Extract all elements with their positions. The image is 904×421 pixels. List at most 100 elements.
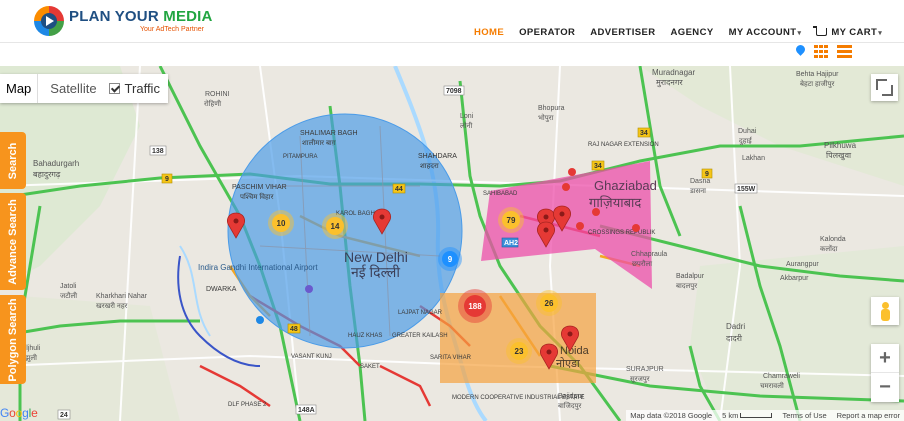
road-shield: 7098: [446, 88, 462, 95]
cluster-badge: 26: [545, 299, 554, 308]
nav-my-cart-label: MY CART: [831, 27, 878, 38]
map-label: SAKET: [360, 364, 380, 370]
map-type-satellite[interactable]: Satellite: [38, 74, 108, 103]
map-label: बाजिदपुर: [558, 401, 582, 410]
cluster-badge: 23: [515, 347, 524, 356]
map-label: Chamraweli: [763, 373, 800, 380]
map-label: पिलखुवा: [826, 150, 852, 161]
traffic-checkbox[interactable]: [108, 83, 120, 94]
map-label: डासना: [689, 188, 706, 195]
logo-mark-icon: [34, 6, 64, 36]
map-label: GREATER KAILASH: [392, 333, 448, 339]
advance-search-tab-label: Advance Search: [7, 198, 19, 285]
zoom-in-button[interactable]: +: [871, 344, 899, 373]
map-label: लोनी: [460, 121, 472, 130]
map-label: Indira Gandhi International Airport: [198, 263, 318, 272]
map-label: SURAJPUR: [626, 366, 664, 373]
zoom-control: + −: [871, 344, 899, 402]
map-label: चमरावली: [760, 381, 784, 390]
map-label: New Delhi: [344, 249, 408, 265]
nav-home[interactable]: HOME: [474, 27, 504, 38]
polygon-search-tab[interactable]: Polygon Search: [0, 295, 26, 384]
road-shield: AH2: [504, 240, 518, 247]
main-nav: HOME OPERATOR ADVERTISER AGENCY MY ACCOU…: [474, 26, 897, 38]
map-label: PASCHIM VIHAR: [232, 184, 287, 191]
road-shield: 34: [594, 163, 602, 170]
map-label: HAUZ KHAS: [348, 333, 382, 339]
chevron-down-icon: ▾: [797, 30, 802, 37]
cart-icon: [813, 26, 828, 36]
brand-tagline: Your AdTech Partner: [140, 26, 204, 33]
map-label: ROHINI: [205, 91, 230, 98]
road-shield: 9: [165, 176, 169, 183]
map-canvas[interactable]: 138 9 7098 34 34 9 155W 44 48 148A 24 AH…: [0, 66, 904, 421]
road-shield: 44: [395, 186, 403, 193]
site-header: PLAN YOUR MEDIA Your AdTech Partner HOME…: [0, 0, 904, 43]
map-view-icon[interactable]: [796, 45, 805, 58]
google-logo[interactable]: Google: [0, 406, 38, 420]
nav-operator[interactable]: OPERATOR: [519, 27, 575, 38]
map-label: कलोंदा: [820, 244, 838, 253]
terms-link[interactable]: Terms of Use: [782, 411, 826, 420]
brand-name: PLAN YOUR MEDIA: [69, 8, 213, 25]
map-label: नई दिल्ली: [351, 264, 400, 280]
map-data-credit: Map data ©2018 Google: [630, 411, 713, 420]
map-label: खरखरी नहर: [96, 301, 128, 310]
road-shield: 138: [152, 148, 164, 155]
traffic-toggle[interactable]: Traffic: [108, 81, 168, 96]
map-label: दादरी: [726, 333, 743, 343]
search-tab[interactable]: Search: [0, 132, 26, 189]
map-label: Chhapraula: [631, 251, 667, 258]
list-view-icon[interactable]: [837, 45, 852, 58]
map-label: SHAHDARA: [418, 153, 457, 160]
map-label: Muradnagar: [652, 68, 695, 77]
traffic-label: Traffic: [124, 81, 160, 96]
map-label: Akbarpur: [780, 275, 809, 282]
map-label: MODERN COOPERATIVE INDUSTRIAL ESTATE: [452, 395, 584, 401]
cluster-badge: 10: [277, 219, 286, 228]
nav-my-account[interactable]: MY ACCOUNT▾: [729, 27, 802, 38]
map-label: पश्चिम विहार: [240, 192, 274, 201]
advance-search-tab[interactable]: Advance Search: [0, 193, 26, 290]
map-label: नोएडा: [556, 357, 580, 370]
map-label: बादलपुर: [676, 283, 697, 290]
map-label: सूरजपुर: [630, 376, 650, 383]
map-label: रोहिणी: [204, 99, 221, 108]
map-label: छपरौला: [632, 259, 652, 268]
map-label: भोपुरा: [538, 113, 554, 122]
nav-agency[interactable]: AGENCY: [671, 27, 714, 38]
brand-logo[interactable]: PLAN YOUR MEDIA Your AdTech Partner: [34, 6, 214, 40]
map-label: Dasna: [690, 178, 710, 185]
map-label: Pilkhuwa: [824, 141, 857, 150]
map-type-control: Map Satellite Traffic: [0, 74, 168, 103]
map-attribution: Map data ©2018 Google 5 km Terms of Use …: [626, 410, 904, 421]
map-label: PITAMPURA: [283, 154, 318, 160]
road-shield: 155W: [737, 186, 756, 193]
road-shield: 48: [290, 326, 298, 333]
map-label: दुहाई: [739, 136, 753, 146]
map-label: बहादुरगढ़: [33, 170, 61, 180]
map-label: CROSSINGS REPUBLIK: [588, 230, 655, 236]
map-label: SHALIMAR BAGH: [300, 130, 358, 137]
map-label: Kharkhari Nahar: [96, 293, 148, 300]
map-label: Duhai: [738, 128, 757, 135]
map-label: Bahadurgarh: [33, 159, 79, 168]
report-error-link[interactable]: Report a map error: [837, 411, 900, 420]
road-shield: 9: [705, 171, 709, 178]
nav-my-cart[interactable]: MY CART▾: [813, 26, 882, 38]
zoom-out-button[interactable]: −: [871, 373, 899, 402]
map-label: Behta Hajipur: [796, 71, 839, 78]
map-label: Ghaziabad: [594, 178, 657, 193]
map-label: शाहदरा: [420, 163, 439, 170]
map-type-map[interactable]: Map: [0, 74, 39, 103]
map-label: VASANT KUNJ: [291, 354, 332, 360]
map-label: RAJ NAGAR EXTENSION: [588, 142, 659, 148]
map-label: DLF PHASE 2: [228, 402, 267, 408]
map-label: Badalpur: [676, 273, 705, 280]
map-label: Kalonda: [820, 236, 846, 243]
grid-view-icon[interactable]: [814, 45, 828, 58]
map-label: Jatoli: [60, 283, 77, 290]
street-view-pegman-icon[interactable]: [871, 297, 899, 325]
nav-advertiser[interactable]: ADVERTISER: [590, 27, 655, 38]
fullscreen-icon[interactable]: [871, 74, 898, 101]
